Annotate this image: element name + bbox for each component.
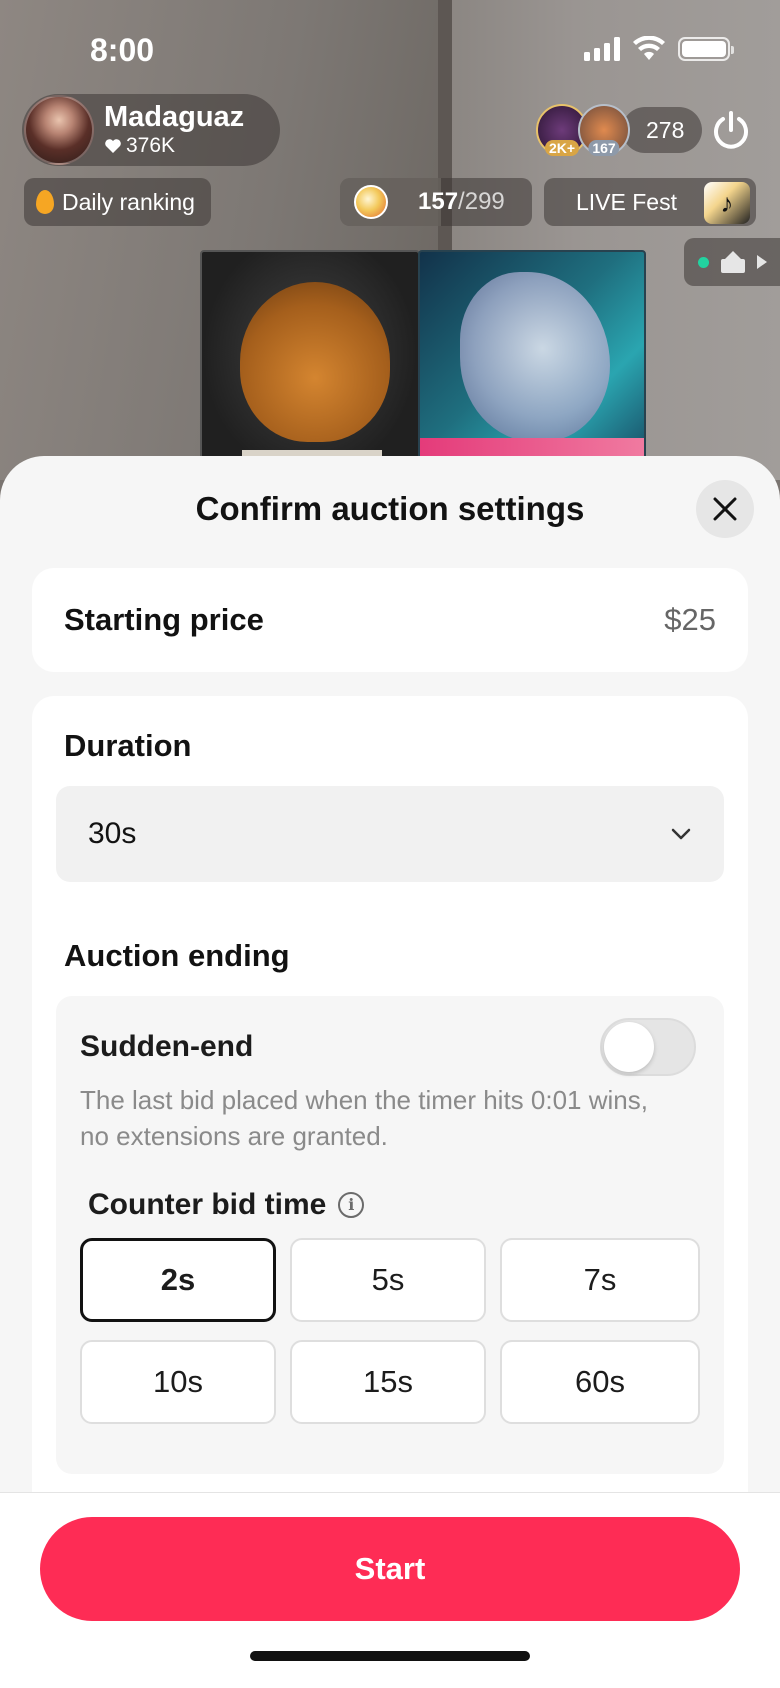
daily-ranking-label: Daily ranking bbox=[62, 188, 195, 215]
counter-bid-option[interactable]: 7s bbox=[500, 1238, 700, 1322]
sheet-title: Confirm auction settings bbox=[195, 490, 585, 527]
play-icon bbox=[757, 255, 767, 269]
counter-bid-option[interactable]: 60s bbox=[500, 1340, 700, 1424]
gift-goal-total: /299 bbox=[458, 188, 505, 215]
close-icon bbox=[713, 497, 737, 521]
live-video-background bbox=[0, 0, 780, 480]
toggle-knob bbox=[604, 1022, 654, 1072]
close-button[interactable] bbox=[696, 480, 754, 538]
counter-bid-option[interactable]: 10s bbox=[80, 1340, 276, 1424]
status-time: 8:00 bbox=[90, 32, 155, 68]
avatar[interactable] bbox=[24, 95, 94, 165]
coin-icon bbox=[354, 185, 388, 219]
live-fest-button[interactable]: LIVE Fest ♪ bbox=[544, 178, 756, 226]
music-note-icon: ♪ bbox=[704, 182, 750, 224]
counter-bid-time-label: Counter bid time bbox=[88, 1188, 327, 1221]
battery-icon bbox=[678, 37, 734, 61]
auction-ending-box: Sudden-end The last bid placed when the … bbox=[56, 996, 724, 1474]
viewer-badge: 2K+ bbox=[544, 140, 580, 156]
counter-bid-option[interactable]: 2s bbox=[80, 1238, 276, 1322]
duration-select[interactable]: 30s bbox=[56, 786, 724, 882]
online-dot bbox=[698, 256, 709, 268]
signal-icon bbox=[584, 37, 620, 61]
viewer-count[interactable]: 278 bbox=[622, 107, 703, 153]
top-viewer-avatar[interactable]: 167 bbox=[578, 104, 630, 156]
viewer-badge: 167 bbox=[588, 140, 620, 156]
product-box-right bbox=[418, 250, 646, 480]
product-box-left bbox=[200, 250, 420, 480]
host-name: Madaguaz bbox=[104, 101, 245, 133]
gift-goal-pill[interactable]: 157/299 bbox=[340, 178, 532, 226]
host-profile[interactable]: Madaguaz 376K bbox=[22, 94, 280, 166]
home-icon bbox=[721, 251, 745, 273]
wifi-icon bbox=[633, 36, 665, 60]
auction-ending-label: Auction ending bbox=[64, 938, 290, 973]
chevron-down-icon bbox=[671, 828, 691, 840]
home-indicator[interactable] bbox=[250, 1651, 530, 1661]
host-likes-count: 376K bbox=[126, 134, 176, 157]
info-icon[interactable]: i bbox=[338, 1192, 365, 1218]
status-icons bbox=[584, 36, 734, 62]
counter-bid-option[interactable]: 15s bbox=[290, 1340, 486, 1424]
viewer-list[interactable]: 2K+ 167 278 bbox=[536, 104, 703, 156]
starting-price-label: Starting price bbox=[64, 602, 264, 637]
sheet-footer: Start bbox=[0, 1492, 780, 1688]
sudden-end-description: The last bid placed when the timer hits … bbox=[80, 1085, 648, 1151]
live-fest-label: LIVE Fest bbox=[576, 188, 677, 215]
starting-price-row[interactable]: Starting price $25 bbox=[32, 568, 748, 672]
duration-value: 30s bbox=[88, 817, 137, 850]
daily-ranking-button[interactable]: Daily ranking bbox=[24, 178, 211, 226]
heart-icon bbox=[105, 139, 121, 153]
duration-label: Duration bbox=[64, 728, 192, 763]
flame-icon bbox=[36, 190, 54, 214]
gift-goal-current: 157 bbox=[418, 188, 459, 215]
start-button[interactable]: Start bbox=[40, 1517, 740, 1621]
starting-price-value: $25 bbox=[664, 602, 716, 637]
counter-bid-option[interactable]: 5s bbox=[290, 1238, 486, 1322]
sudden-end-toggle[interactable] bbox=[600, 1018, 696, 1076]
sudden-end-title: Sudden-end bbox=[80, 1030, 254, 1063]
side-panel-tab[interactable] bbox=[684, 238, 780, 286]
power-icon[interactable] bbox=[710, 110, 752, 152]
